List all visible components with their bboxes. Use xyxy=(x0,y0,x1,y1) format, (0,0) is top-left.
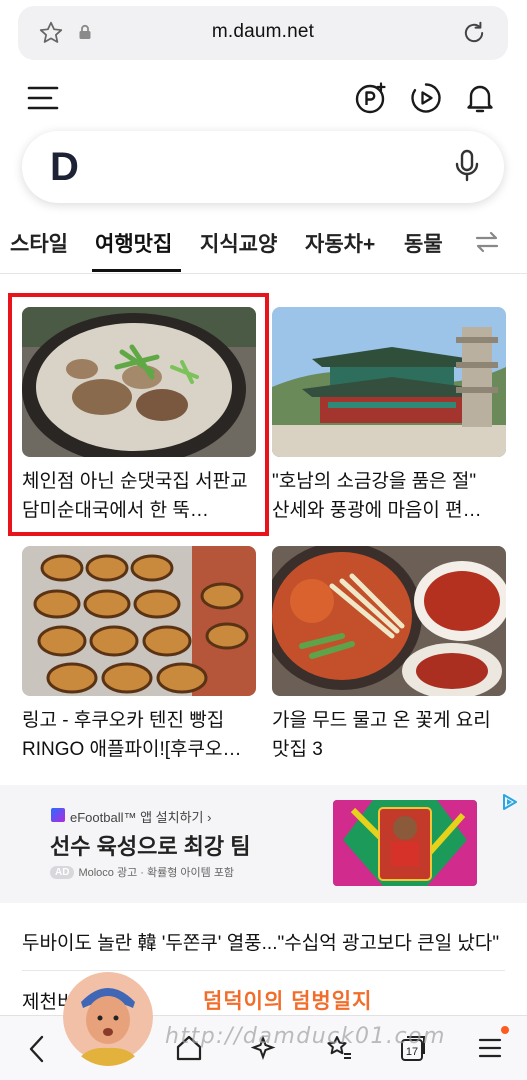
back-icon[interactable] xyxy=(26,1034,48,1069)
article-title[interactable]: 가을 무드 물고 온 꽃게 요리 맛집 3 xyxy=(272,706,506,764)
article-thumbnail-soup[interactable] xyxy=(22,307,256,457)
adchoices-icon[interactable] xyxy=(501,793,519,816)
swap-arrows-icon[interactable] xyxy=(473,228,501,261)
header-toolbar xyxy=(0,76,527,122)
article-title[interactable]: 링고 - 후쿠오카 텐진 빵집 RINGO 애플파이![후쿠오… xyxy=(22,706,256,764)
bell-icon[interactable] xyxy=(463,81,497,120)
tab-style[interactable]: 스타일 xyxy=(10,228,68,258)
notification-dot xyxy=(501,1026,509,1034)
article-thumbnail-pastry[interactable] xyxy=(22,546,256,696)
tab-cars[interactable]: 자동차+ xyxy=(305,228,375,258)
ad-banner[interactable]: eFootball™ 앱 설치하기 › 선수 육성으로 최강 팀 AD Molo… xyxy=(0,785,527,903)
browser-menu-icon[interactable] xyxy=(478,1034,502,1067)
tab-knowledge[interactable]: 지식교양 xyxy=(200,228,277,258)
avatar xyxy=(63,968,153,1066)
watermark-url: http://damduck01.com xyxy=(165,1024,446,1049)
pay-plus-icon[interactable] xyxy=(354,81,388,120)
article-title[interactable]: 체인점 아닌 순댓국집 서판교 담미순대국에서 한 뚝… xyxy=(22,467,256,525)
tab-travel-food[interactable]: 여행맛집 xyxy=(95,228,172,258)
category-tabs: 스타일 여행맛집 지식교양 자동차+ 동물 xyxy=(0,218,527,274)
microphone-icon[interactable] xyxy=(454,149,480,188)
article-card[interactable]: "호남의 소금강을 품은 절" 산세와 풍광에 마음이 편… xyxy=(272,307,506,525)
video-play-icon[interactable] xyxy=(409,81,443,120)
ad-brand[interactable]: eFootball™ 앱 설치하기 › xyxy=(70,807,211,826)
hamburger-menu-icon[interactable] xyxy=(27,84,59,117)
browser-address-bar[interactable]: m.daum.net xyxy=(18,6,508,60)
efootball-app-icon xyxy=(51,808,65,822)
ad-meta: AD Moloco 광고 · 확률형 아이템 포함 xyxy=(50,864,234,880)
search-box[interactable]: D xyxy=(22,131,504,203)
ad-creative-image[interactable] xyxy=(333,800,477,886)
article-card[interactable]: 링고 - 후쿠오카 텐진 빵집 RINGO 애플파이![후쿠오… xyxy=(22,546,256,764)
article-thumbnail-crab[interactable] xyxy=(272,546,506,696)
daum-logo: D xyxy=(50,145,79,189)
reload-icon[interactable] xyxy=(460,19,488,52)
url-text[interactable]: m.daum.net xyxy=(18,21,508,43)
article-card[interactable]: 가을 무드 물고 온 꽃게 요리 맛집 3 xyxy=(272,546,506,764)
article-card[interactable]: 체인점 아닌 순댓국집 서판교 담미순대국에서 한 뚝… xyxy=(22,307,256,525)
news-headline[interactable]: 두바이도 놀란 韓 '두쫀쿠' 열풍..."수십억 광고보다 큰일 났다" xyxy=(22,928,508,955)
watermark-text: 덤덕이의 덤벙일지 xyxy=(203,990,373,1013)
article-thumbnail-temple[interactable] xyxy=(272,307,506,457)
divider xyxy=(0,273,527,274)
ad-headline[interactable]: 선수 육성으로 최강 팀 xyxy=(50,829,251,861)
article-title[interactable]: "호남의 소금강을 품은 절" 산세와 풍광에 마음이 편… xyxy=(272,467,506,525)
ad-disclosure: Moloco 광고 · 확률형 아이템 포함 xyxy=(78,867,235,879)
tab-animals[interactable]: 동물 xyxy=(404,228,443,258)
active-tab-indicator xyxy=(92,269,181,272)
ad-badge: AD xyxy=(50,865,75,879)
